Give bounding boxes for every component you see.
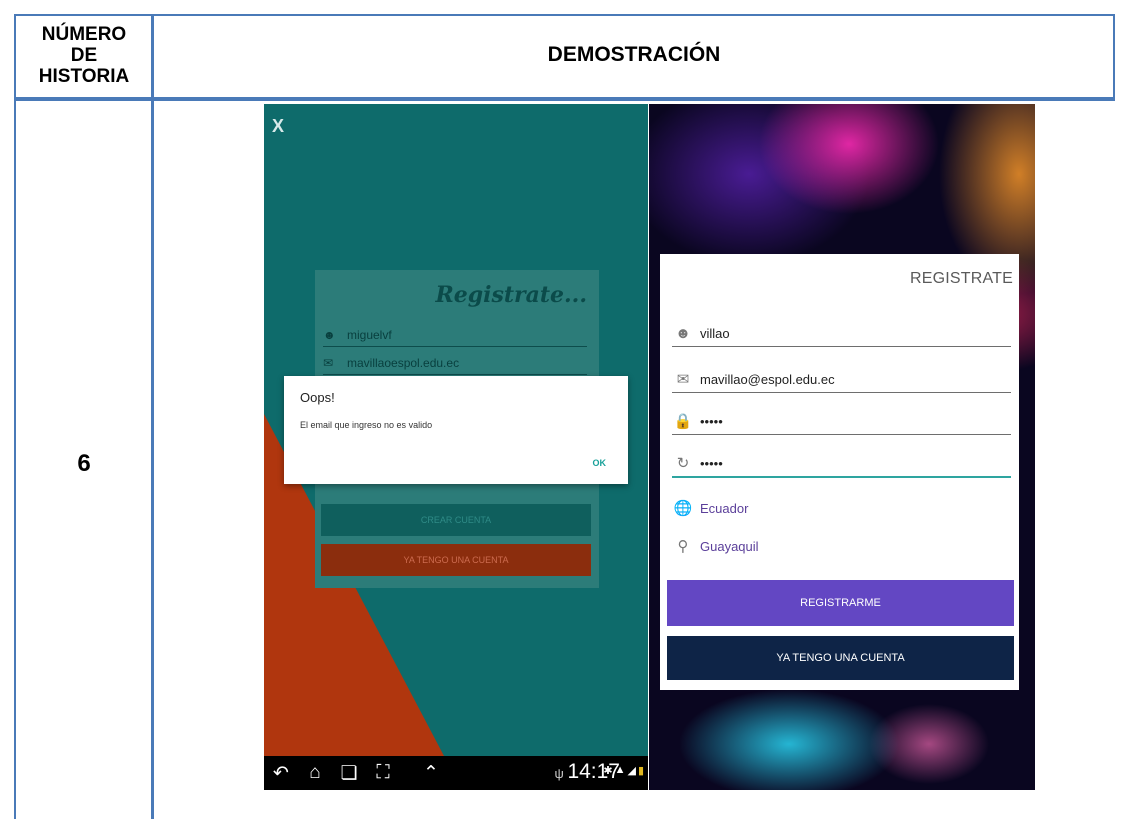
email-value: mavillao@espol.edu.ec: [700, 371, 835, 387]
header-line-1: NÚMERO: [41, 23, 127, 45]
header-story-number: NÚMERO DE HISTORIA: [17, 15, 151, 95]
country-value: Ecuador: [700, 500, 749, 516]
left-screenshot: X Registrate... ☻ miguelvf ✉ mavillaoesp…: [264, 104, 648, 790]
wifi-icon: ▲: [614, 764, 626, 776]
table-left-border: [14, 14, 16, 819]
user-icon: ☻: [675, 324, 691, 342]
error-dialog: Oops! El email que ingreso no es valido …: [284, 376, 628, 484]
username-field[interactable]: ☻ miguelvf: [323, 324, 587, 347]
right-screenshot: REGISTRATE ☻ villao ✉ mavillao@espol.edu…: [649, 104, 1035, 790]
header-demonstration: DEMOSTRACIÓN: [547, 43, 721, 66]
header-divider: [14, 97, 1115, 101]
status-icons: ✱ ▲ ◢ ▮: [603, 764, 644, 777]
user-icon: ☻: [323, 328, 336, 342]
screenshot-icon[interactable]: ⛶: [366, 762, 400, 784]
mail-icon: ✉: [676, 371, 690, 388]
create-account-button[interactable]: CREAR CUENTA: [321, 504, 591, 536]
username-value: villao: [700, 325, 730, 341]
username-value: miguelvf: [347, 328, 392, 342]
confirm-password-value: •••••: [700, 455, 723, 471]
city-value: Guayaquil: [700, 538, 759, 554]
story-number: 6: [77, 450, 91, 477]
email-input[interactable]: ✉ mavillao@espol.edu.ec: [672, 366, 1011, 393]
lock-icon: 🔒: [673, 413, 693, 430]
country-select[interactable]: 🌐 Ecuador: [672, 496, 1011, 520]
android-navigation-bar: ↶ ⌂ ❏ ⛶ ⌃ ψ 14:17 ✱ ▲ ◢ ▮: [264, 756, 648, 790]
signal-icon: ◢: [627, 765, 636, 777]
have-account-button[interactable]: YA TENGO UNA CUENTA: [667, 636, 1014, 680]
location-pin-icon: ⚲: [677, 538, 689, 555]
dialog-title: Oops!: [300, 390, 335, 405]
header-line-3: HISTORIA: [38, 65, 130, 87]
city-select[interactable]: ⚲ Guayaquil: [672, 534, 1011, 558]
battery-icon: ▮: [637, 765, 644, 777]
username-input[interactable]: ☻ villao: [672, 320, 1011, 347]
header-line-2: DE: [70, 44, 98, 66]
home-icon[interactable]: ⌂: [298, 762, 332, 784]
chevron-up-icon[interactable]: ⌃: [414, 762, 448, 785]
close-button[interactable]: X: [272, 116, 284, 137]
confirm-password-input[interactable]: ↻ •••••: [672, 450, 1011, 478]
refresh-icon: ↻: [676, 455, 690, 472]
email-value: mavillaoespol.edu.ec: [347, 356, 460, 370]
column-divider: [151, 14, 154, 819]
back-icon[interactable]: ↶: [264, 762, 298, 785]
register-button[interactable]: REGISTRARME: [667, 580, 1014, 626]
have-account-button[interactable]: YA TENGO UNA CUENTA: [321, 544, 591, 576]
recent-apps-icon[interactable]: ❏: [332, 762, 366, 785]
usb-icon: ψ: [554, 766, 568, 781]
register-form-card: REGISTRATE ☻ villao ✉ mavillao@espol.edu…: [660, 254, 1019, 690]
bluetooth-icon: ✱: [603, 765, 613, 777]
globe-icon: 🌐: [673, 500, 693, 517]
mail-icon: ✉: [323, 356, 334, 370]
dialog-message: El email que ingreso no es valido: [300, 420, 433, 430]
register-form-title: REGISTRATE: [909, 270, 1013, 287]
dialog-ok-button[interactable]: OK: [593, 458, 607, 468]
register-title: Registrate...: [435, 282, 587, 308]
password-value: •••••: [700, 413, 723, 429]
email-field[interactable]: ✉ mavillaoespol.edu.ec: [323, 352, 587, 375]
password-input[interactable]: 🔒 •••••: [672, 408, 1011, 435]
